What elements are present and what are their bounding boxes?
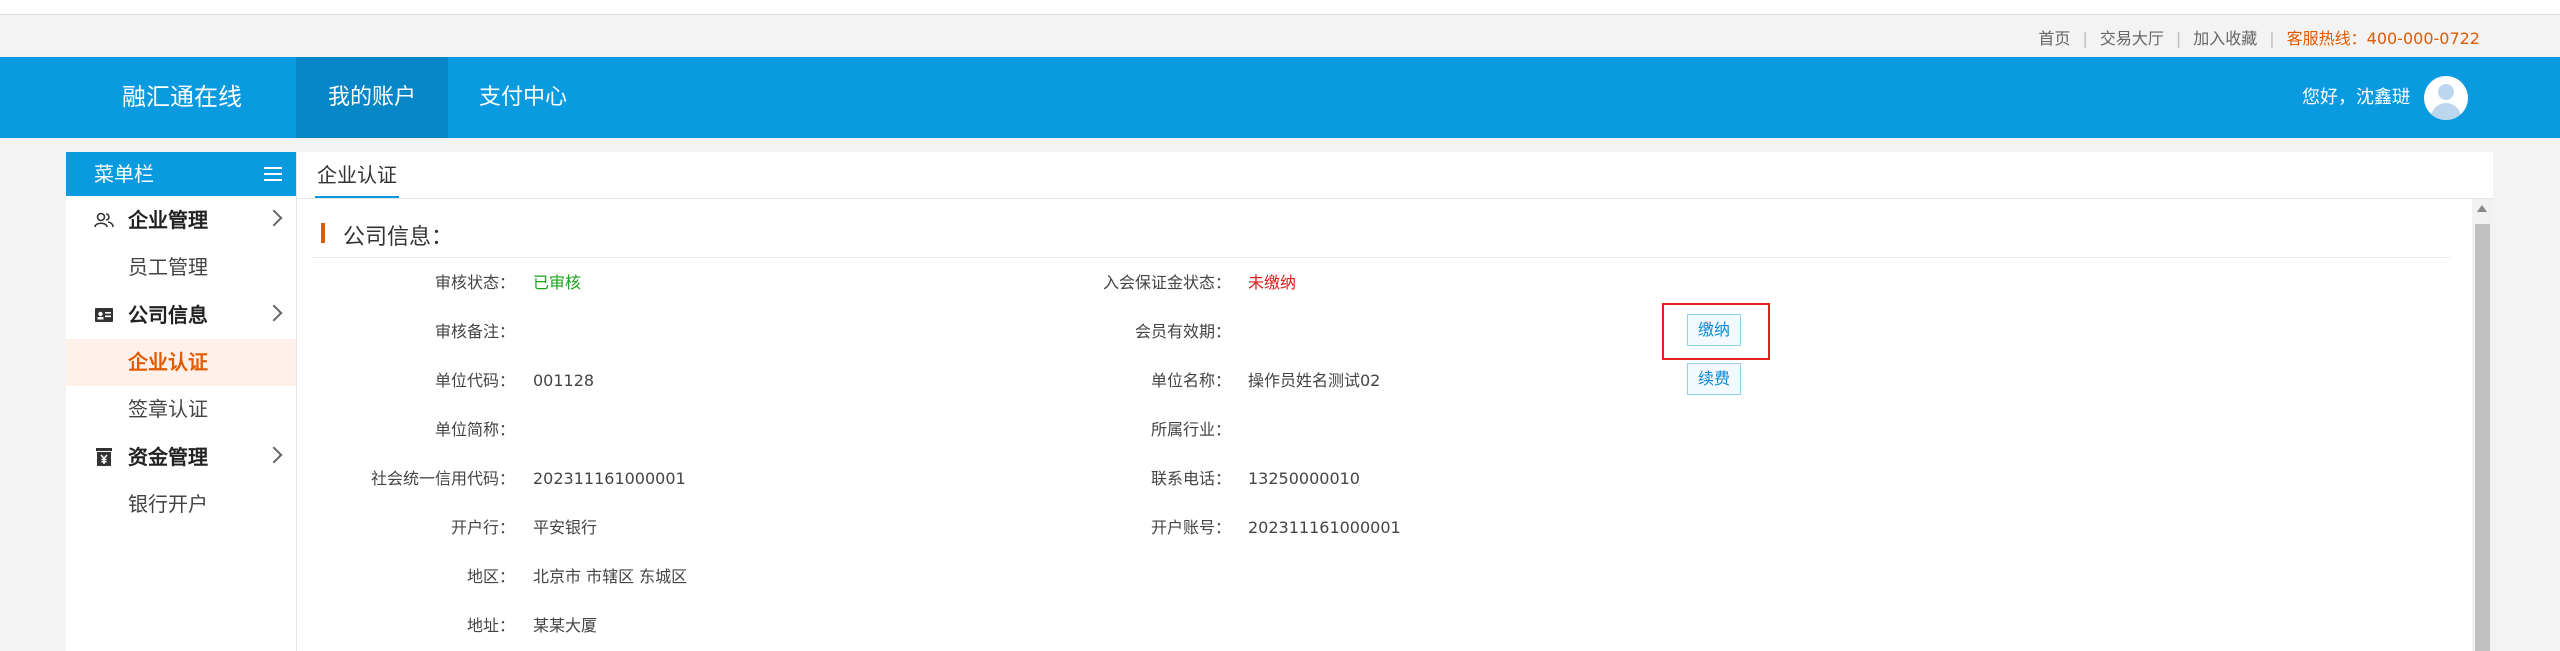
sidebar-title: 菜单栏: [94, 162, 154, 186]
unit-name-value: 操作员姓名测试02: [1248, 371, 1381, 390]
sidebar-group-label: 公司信息: [128, 303, 208, 327]
divider: |: [2269, 29, 2275, 48]
deposit-status-value: 未缴纳: [1248, 273, 1297, 292]
tab-enterprise-certification[interactable]: 企业认证: [315, 152, 399, 198]
field-label: 会员有效期：: [1134, 322, 1231, 341]
section-marker: [321, 223, 325, 243]
field-label: 开户行：: [450, 518, 515, 537]
field-label: 社会统一信用代码：: [370, 469, 515, 488]
renew-button[interactable]: 续费: [1687, 363, 1741, 395]
browser-top-strip: [0, 0, 2560, 15]
sidebar-group-label: 资金管理: [128, 445, 208, 469]
field-label: 单位名称：: [1150, 371, 1231, 390]
chevron-right-icon: [265, 446, 283, 464]
sidebar-group-label: 企业管理: [128, 208, 208, 232]
tab-bar: 企业认证: [297, 152, 2493, 199]
chevron-right-icon: [265, 209, 283, 227]
field-label: 入会保证金状态：: [1102, 273, 1231, 292]
top-links: 首页 | 交易大厅 | 加入收藏 | 客服热线：400-000-0722: [2038, 25, 2480, 49]
avatar-head-icon: [2438, 84, 2454, 100]
top-links-bar: 首页 | 交易大厅 | 加入收藏 | 客服热线：400-000-0722: [0, 15, 2560, 57]
bookmark-link[interactable]: 加入收藏: [2193, 29, 2257, 48]
field-label: 联系电话：: [1150, 469, 1231, 488]
scroll-up-arrow-icon[interactable]: [2477, 205, 2487, 212]
bank-value: 平安银行: [533, 518, 598, 537]
sidebar-group-fund-management[interactable]: 资金管理: [66, 433, 296, 481]
avatar[interactable]: [2424, 76, 2468, 120]
main-panel: 企业认证 公司信息： 审核状态： 已审核 审核备注： 单位代码： 001128 …: [296, 152, 2493, 651]
menu-icon[interactable]: [264, 167, 282, 181]
hotline-text: 客服热线：400-000-0722: [2286, 29, 2480, 48]
sidebar-item-enterprise-certification[interactable]: 企业认证: [66, 339, 296, 386]
content-area: 公司信息： 审核状态： 已审核 审核备注： 单位代码： 001128 单位简称：…: [297, 199, 2472, 651]
field-label: 开户账号：: [1150, 518, 1231, 537]
user-greeting[interactable]: 您好，沈鑫琎: [2302, 57, 2410, 138]
brand-logo-text[interactable]: 融汇通在线: [122, 57, 242, 138]
section-title: 公司信息：: [343, 225, 454, 250]
field-label: 单位简称：: [434, 420, 515, 439]
divider: |: [2175, 29, 2182, 48]
id-card-icon: [95, 308, 113, 322]
field-label: 所属行业：: [1150, 420, 1231, 439]
sidebar-item-signature-certification[interactable]: 签章认证: [66, 386, 296, 433]
phone-value: 13250000010: [1248, 469, 1360, 488]
avatar-body-icon: [2431, 103, 2461, 120]
address-value: 某某大厦: [533, 616, 598, 635]
field-label: 审核状态：: [434, 273, 515, 292]
home-link[interactable]: 首页: [2038, 29, 2070, 48]
sidebar-item-employee-management[interactable]: 员工管理: [66, 244, 296, 291]
users-icon: [94, 212, 114, 228]
vertical-scrollbar[interactable]: [2472, 199, 2493, 651]
field-label: 地址：: [466, 616, 515, 635]
sidebar-item-bank-account-opening[interactable]: 银行开户: [66, 481, 296, 528]
field-label: 审核备注：: [434, 322, 515, 341]
audit-status-value: 已审核: [533, 273, 582, 292]
field-label: 单位代码：: [434, 371, 515, 390]
unit-code-value: 001128: [533, 371, 595, 390]
chevron-right-icon: [265, 304, 283, 322]
scrollbar-thumb[interactable]: [2475, 224, 2490, 651]
bank-account-value: 202311161000001: [1248, 518, 1401, 537]
money-icon: [96, 448, 112, 466]
sidebar-header: 菜单栏: [66, 152, 296, 196]
credit-code-value: 202311161000001: [533, 469, 686, 488]
sidebar-group-enterprise[interactable]: 企业管理: [66, 196, 296, 244]
field-label: 地区：: [466, 567, 515, 586]
region-value: 北京市 市辖区 东城区: [533, 567, 688, 586]
section-header: 公司信息：: [311, 213, 2451, 258]
pay-deposit-button[interactable]: 缴纳: [1687, 314, 1741, 346]
sidebar: 菜单栏 企业管理 员工管理 公司信息 企业认证 签章认证 资金管理 银行开户: [66, 152, 296, 651]
trade-hall-link[interactable]: 交易大厅: [2100, 29, 2164, 48]
main-nav: 融汇通在线 我的账户 支付中心 您好，沈鑫琎: [0, 57, 2560, 138]
divider: |: [2082, 29, 2088, 48]
nav-tab-my-account[interactable]: 我的账户: [296, 57, 448, 138]
nav-tab-payment-center[interactable]: 支付中心: [466, 57, 580, 138]
sidebar-group-company-info[interactable]: 公司信息: [66, 291, 296, 339]
